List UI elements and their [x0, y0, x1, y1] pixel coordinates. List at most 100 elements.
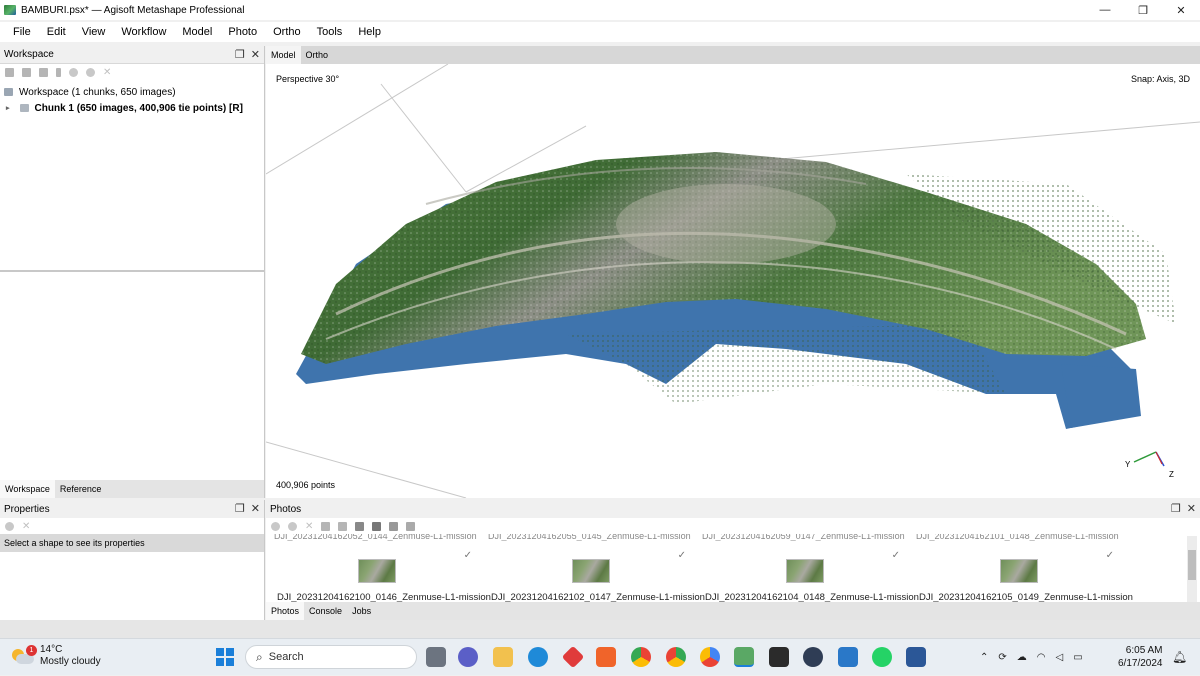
- view-mode-icon[interactable]: [406, 521, 416, 531]
- menu-photo[interactable]: Photo: [220, 26, 265, 38]
- file-explorer-icon[interactable]: [493, 647, 513, 667]
- app-badge-icon[interactable]: [803, 647, 823, 667]
- tab-photos[interactable]: Photos: [266, 602, 305, 620]
- disable-icon[interactable]: [86, 67, 95, 77]
- aligned-check-icon: ✓: [891, 550, 900, 561]
- tree-chunk-1[interactable]: ▸ Chunk 1 (650 images, 400,906 tie point…: [0, 100, 264, 116]
- add-chunk-icon[interactable]: [5, 67, 14, 77]
- minimize-button[interactable]: —: [1086, 0, 1124, 20]
- add-marker-icon[interactable]: [39, 67, 48, 77]
- brave-icon[interactable]: [596, 647, 616, 667]
- photo-item[interactable]: DJI_20231204162055_0145_Zenmuse-L1-missi…: [480, 534, 705, 603]
- workspace-icon: [4, 88, 13, 96]
- chrome-profile-icon[interactable]: [666, 647, 686, 667]
- photos-title: Photos: [270, 503, 302, 515]
- projection-label: Perspective 30°: [276, 74, 340, 84]
- remove-camera-icon[interactable]: ✕: [305, 521, 313, 532]
- tab-model[interactable]: Model: [266, 46, 301, 64]
- menu-tools[interactable]: Tools: [309, 26, 351, 38]
- photo-item[interactable]: DJI_20231204162052_0144_Zenmuse-L1-missi…: [266, 534, 491, 603]
- terminal-icon[interactable]: [769, 647, 789, 667]
- menu-ortho[interactable]: Ortho: [265, 26, 309, 38]
- clock-date: 6/17/2024: [1118, 658, 1163, 669]
- menu-workflow[interactable]: Workflow: [113, 26, 174, 38]
- binoculars-icon[interactable]: [355, 521, 365, 531]
- workspace-divider[interactable]: [0, 270, 265, 272]
- chrome-icon[interactable]: [631, 647, 651, 667]
- tree-workspace-root[interactable]: Workspace (1 chunks, 650 images): [0, 84, 264, 100]
- edge-icon[interactable]: [528, 647, 548, 667]
- snap-label: Snap: Axis, 3D: [1130, 74, 1190, 84]
- battery-icon[interactable]: ▭: [1073, 652, 1082, 663]
- close-panel-icon[interactable]: ✕: [251, 48, 260, 61]
- weather-widget[interactable]: 1 14°C Mostly cloudy: [12, 644, 101, 668]
- maximize-button[interactable]: ❐: [1124, 0, 1162, 20]
- menu-view[interactable]: View: [74, 26, 114, 38]
- base-plane-corner: [1061, 364, 1141, 428]
- tab-jobs[interactable]: Jobs: [347, 602, 376, 620]
- notification-badge: 1: [26, 645, 37, 656]
- taskbar-clock[interactable]: 6:05 AM 6/17/2024: [1118, 644, 1163, 670]
- taskbar-search[interactable]: ⌕ Search: [245, 645, 417, 669]
- menu-file[interactable]: File: [5, 26, 39, 38]
- tab-console[interactable]: Console: [304, 602, 347, 620]
- disable-camera-icon[interactable]: [288, 521, 297, 531]
- remove-icon[interactable]: ✕: [103, 67, 111, 78]
- notification-bell-icon[interactable]: 🔔︎: [1172, 650, 1187, 664]
- scrollbar-thumb[interactable]: [1188, 550, 1196, 580]
- sync-icon[interactable]: ⟳: [998, 652, 1006, 663]
- mask-icon[interactable]: [372, 521, 382, 531]
- photo-thumbnail[interactable]: [1000, 559, 1038, 583]
- enable-camera-icon[interactable]: [271, 521, 280, 531]
- tab-workspace[interactable]: Workspace: [0, 480, 55, 498]
- workspace-tabs: Workspace Reference: [0, 480, 264, 498]
- photo-thumbnail[interactable]: [358, 559, 396, 583]
- word-icon[interactable]: [906, 647, 926, 667]
- remove-property-icon[interactable]: ✕: [22, 521, 30, 532]
- onedrive-icon[interactable]: ☁: [1017, 652, 1027, 663]
- close-panel-icon[interactable]: ✕: [251, 502, 260, 515]
- tab-ortho[interactable]: Ortho: [301, 46, 334, 64]
- close-button[interactable]: ✕: [1162, 0, 1200, 20]
- photos-scrollbar[interactable]: [1187, 536, 1197, 602]
- add-property-icon[interactable]: [5, 521, 14, 531]
- metashape-taskbar-icon[interactable]: [734, 647, 754, 667]
- add-photos-icon[interactable]: [22, 67, 31, 77]
- photos-header: Photos ❐ ✕: [266, 500, 1200, 518]
- teams-icon[interactable]: [458, 647, 478, 667]
- enable-icon[interactable]: [69, 67, 78, 77]
- rotate-right-icon[interactable]: [338, 521, 348, 531]
- image-icon[interactable]: [389, 521, 399, 531]
- properties-title: Properties: [4, 503, 50, 515]
- axis-z-label: Z: [1169, 470, 1174, 479]
- photo-item[interactable]: DJI_20231204162101_0148_Zenmuse-L1-missi…: [908, 534, 1133, 603]
- menu-edit[interactable]: Edit: [39, 26, 74, 38]
- menu-model[interactable]: Model: [174, 26, 220, 38]
- task-view-icon[interactable]: [426, 647, 446, 667]
- volume-icon[interactable]: ◁: [1056, 652, 1064, 663]
- tab-reference[interactable]: Reference: [55, 480, 107, 498]
- expand-arrow-icon[interactable]: ▸: [6, 104, 10, 112]
- photo-thumbnail[interactable]: [786, 559, 824, 583]
- menu-help[interactable]: Help: [350, 26, 389, 38]
- model-view[interactable]: Perspective 30° Snap: Axis, 3D 400,906 p…: [266, 64, 1200, 498]
- c-app-icon[interactable]: [838, 647, 858, 667]
- photo-item[interactable]: DJI_20231204162059_0147_Zenmuse-L1-missi…: [694, 534, 919, 603]
- red-app-icon[interactable]: [561, 645, 585, 669]
- workspace-toolbar: ✕: [0, 64, 264, 80]
- menu-bar: File Edit View Workflow Model Photo Orth…: [0, 22, 1200, 42]
- add-scalebar-icon[interactable]: [56, 67, 61, 77]
- whatsapp-icon[interactable]: [872, 647, 892, 667]
- rotate-left-icon[interactable]: [321, 521, 331, 531]
- wifi-icon[interactable]: ◠: [1037, 652, 1046, 663]
- close-panel-icon[interactable]: ✕: [1187, 502, 1196, 515]
- chevron-up-icon[interactable]: ⌃: [980, 652, 988, 663]
- photo-strip: DJI_20231204162052_0144_Zenmuse-L1-missi…: [266, 534, 1186, 603]
- float-panel-icon[interactable]: ❐: [1171, 502, 1181, 515]
- start-button[interactable]: [216, 648, 234, 666]
- chrome-canary-icon[interactable]: [700, 647, 720, 667]
- float-panel-icon[interactable]: ❐: [235, 502, 245, 515]
- point-cloud-render[interactable]: [266, 64, 1200, 498]
- photo-thumbnail[interactable]: [572, 559, 610, 583]
- float-panel-icon[interactable]: ❐: [235, 48, 245, 61]
